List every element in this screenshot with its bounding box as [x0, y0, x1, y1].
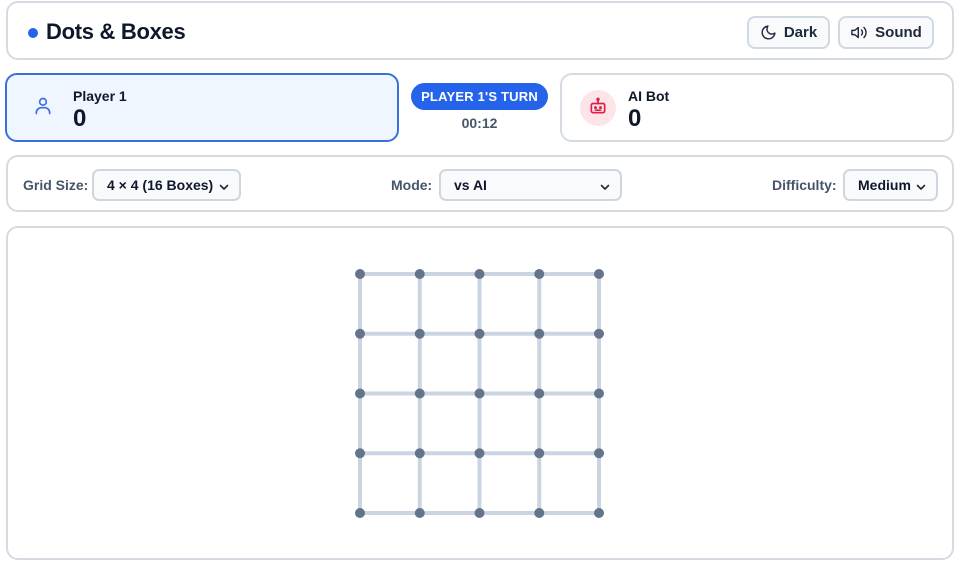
player-card-ai-bot: AI Bot 0	[560, 73, 954, 142]
grid-dot	[355, 508, 365, 518]
grid-dot	[594, 508, 604, 518]
grid-dot	[474, 448, 485, 459]
ai-score: 0	[628, 105, 642, 132]
board-canvas	[355, 269, 604, 518]
grid-dot	[534, 388, 545, 399]
sound-button[interactable]: Sound	[838, 16, 934, 49]
grid-dot	[594, 448, 604, 459]
grid-dot	[474, 388, 485, 399]
grid-dot	[414, 448, 425, 459]
chevron-down-icon	[599, 180, 611, 196]
grid-dot	[355, 269, 365, 279]
speaker-icon	[850, 24, 868, 41]
moon-icon	[760, 24, 777, 41]
player-card-player-1: Player 1 0	[5, 73, 399, 142]
player-score: 0	[73, 105, 87, 132]
grid-dot	[534, 328, 545, 339]
difficulty-select[interactable]: Medium	[843, 169, 938, 201]
ai-avatar	[580, 90, 616, 126]
grid-dot	[355, 388, 365, 399]
app-title: Dots & Boxes	[46, 19, 186, 44]
grid-dot	[474, 508, 485, 518]
grid-size-value: 4 × 4 (16 Boxes)	[107, 177, 214, 193]
player-name: Player 1	[73, 88, 127, 104]
grid-dot	[414, 328, 425, 339]
grid-dot	[594, 328, 604, 339]
grid-dot	[355, 448, 365, 459]
dark-mode-button[interactable]: Dark	[747, 16, 830, 49]
difficulty-value: Medium	[858, 177, 911, 193]
game-board	[6, 226, 954, 560]
difficulty-label: Difficulty:	[772, 177, 837, 193]
grid-dot	[474, 269, 485, 279]
brand-dot-icon	[28, 28, 38, 38]
grid-dot	[594, 269, 604, 279]
grid-dot	[534, 269, 545, 279]
grid-dot	[534, 448, 545, 459]
chevron-down-icon	[218, 180, 230, 196]
ai-name: AI Bot	[628, 88, 670, 104]
grid-dot	[414, 388, 425, 399]
sound-label: Sound	[875, 24, 922, 41]
grid-size-select[interactable]: 4 × 4 (16 Boxes)	[92, 169, 241, 201]
settings-bar: Grid Size: 4 × 4 (16 Boxes) Mode: vs AI …	[6, 155, 954, 212]
grid-size-label: Grid Size:	[23, 177, 89, 193]
grid-dot	[474, 328, 485, 339]
user-icon	[33, 96, 53, 121]
turn-badge: PLAYER 1'S TURN	[411, 83, 548, 110]
grid-dot	[534, 508, 545, 518]
turn-timer: 00:12	[461, 115, 498, 131]
grid-dot	[414, 269, 425, 279]
robot-icon	[588, 96, 608, 121]
grid-dot	[414, 508, 425, 518]
chevron-down-icon	[915, 180, 927, 196]
header-bar: Dots & Boxes Dark Sound	[6, 1, 954, 60]
mode-value: vs AI	[454, 177, 487, 193]
player-avatar	[25, 90, 61, 126]
dark-mode-label: Dark	[783, 24, 818, 41]
mode-select[interactable]: vs AI	[439, 169, 622, 201]
grid-dot	[594, 388, 604, 399]
grid-dot	[355, 328, 365, 339]
mode-label: Mode:	[391, 177, 433, 193]
